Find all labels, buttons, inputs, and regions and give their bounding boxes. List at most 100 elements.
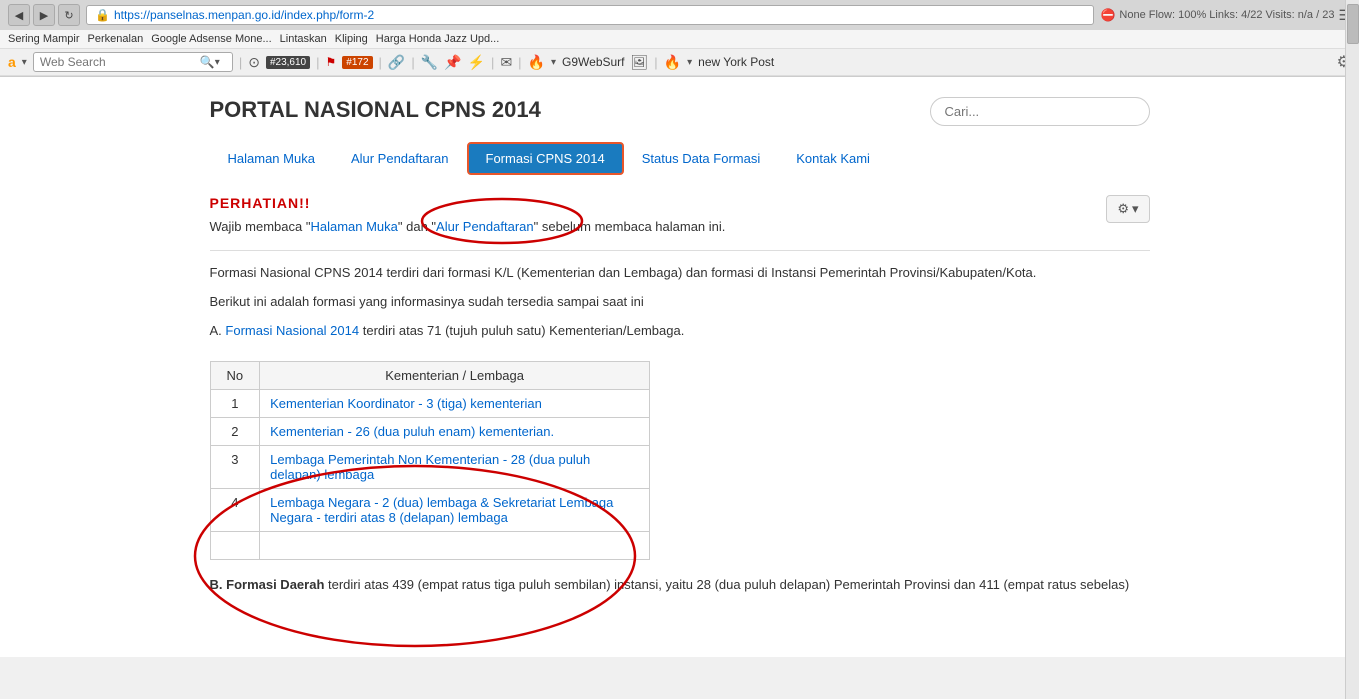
- toolbar-flash-icon[interactable]: ⚡: [468, 54, 485, 71]
- toolbar-sep5: |: [491, 55, 494, 70]
- toolbar-bookmark-icon[interactable]: 📌: [444, 54, 461, 71]
- bookmark-sering-mampir[interactable]: Sering Mampir: [8, 33, 80, 45]
- attention-text: Wajib membaca "Halaman Muka" dan "Alur P…: [210, 219, 1150, 234]
- search-dropdown-icon[interactable]: ▾: [215, 57, 220, 68]
- row5-no: [210, 532, 260, 560]
- kementerian-table: No Kementerian / Lembaga 1 Kementerian K…: [210, 361, 651, 560]
- section-b-strong: B. Formasi Daerah: [210, 577, 325, 592]
- attention-title: PERHATIAN!!: [210, 195, 1150, 211]
- nav-buttons: ◀ ▶ ↻: [8, 4, 80, 26]
- toolbar-sep1: |: [239, 55, 242, 70]
- toolbar-sep2: |: [316, 55, 319, 70]
- row4-label: Lembaga Negara - 2 (dua) lembaga & Sekre…: [260, 489, 650, 532]
- gear-button[interactable]: ⚙ ▾: [1106, 195, 1149, 223]
- page-header: PORTAL NASIONAL CPNS 2014: [210, 97, 1150, 126]
- toolbar-dropdown2[interactable]: ▾: [551, 57, 556, 68]
- tab-formasi-cpns[interactable]: Formasi CPNS 2014: [467, 142, 624, 175]
- toolbar-fire-icon[interactable]: 🔥: [528, 54, 545, 71]
- toolbar-sep7: |: [654, 55, 657, 70]
- toolbar-dropdown[interactable]: ▾: [22, 57, 27, 68]
- forward-button[interactable]: ▶: [33, 4, 55, 26]
- col-kementerian: Kementerian / Lembaga: [260, 362, 650, 390]
- row1-label: Kementerian Koordinator - 3 (tiga) kemen…: [260, 390, 650, 418]
- link-alur-pendaftaran[interactable]: Alur Pendaftaran: [436, 219, 534, 234]
- browser-chrome: ◀ ▶ ↻ 🔒 https://panselnas.menpan.go.id/i…: [0, 0, 1359, 77]
- scrollbar-thumb[interactable]: [1347, 4, 1359, 44]
- row1-no: 1: [210, 390, 260, 418]
- flow-info: None Flow: 100% Links: 4/22 Visits: n/a …: [1119, 9, 1334, 21]
- gear-icon: ⚙: [1117, 201, 1129, 217]
- security-indicator: ⛔: [1100, 8, 1115, 22]
- row3-link[interactable]: Lembaga Pemerintah Non Kementerian - 28 …: [270, 452, 590, 482]
- table-row: 3 Lembaga Pemerintah Non Kementerian - 2…: [210, 446, 650, 489]
- toolbar-sep4: |: [411, 55, 414, 70]
- address-bar[interactable]: 🔒 https://panselnas.menpan.go.id/index.p…: [86, 5, 1094, 25]
- toolbar-fire2-icon[interactable]: 🔥: [664, 54, 681, 71]
- formasi-nasional-link[interactable]: Formasi Nasional 2014: [225, 323, 359, 338]
- url-text: https://panselnas.menpan.go.id/index.php…: [114, 8, 1086, 22]
- bookmark-kliping[interactable]: Kliping: [335, 33, 368, 45]
- table-row: 1 Kementerian Koordinator - 3 (tiga) kem…: [210, 390, 650, 418]
- title-bar: ◀ ▶ ↻ 🔒 https://panselnas.menpan.go.id/i…: [0, 0, 1359, 30]
- bookmarks-bar: Sering Mampir Perkenalan Google Adsense …: [0, 30, 1359, 49]
- row2-link[interactable]: Kementerian - 26 (dua puluh enam) kement…: [270, 424, 554, 439]
- scrollbar[interactable]: [1345, 0, 1359, 699]
- back-button[interactable]: ◀: [8, 4, 30, 26]
- nav-tabs: Halaman Muka Alur Pendaftaran Formasi CP…: [210, 142, 1150, 175]
- badge-count1: #23,610: [266, 56, 310, 69]
- divider1: [210, 250, 1150, 251]
- paragraph1: Formasi Nasional CPNS 2014 terdiri dari …: [210, 263, 1150, 284]
- page-wrapper: PORTAL NASIONAL CPNS 2014 Halaman Muka A…: [0, 77, 1359, 657]
- row3-no: 3: [210, 446, 260, 489]
- ssl-icon: 🔒: [95, 8, 110, 22]
- table-row: 2 Kementerian - 26 (dua puluh enam) keme…: [210, 418, 650, 446]
- tab-halaman-muka[interactable]: Halaman Muka: [210, 143, 333, 174]
- bookmark-google-adsense[interactable]: Google Adsense Mone...: [151, 33, 271, 45]
- section-b-content: terdiri atas 439 (empat ratus tiga puluh…: [328, 577, 1129, 592]
- toolbar-mail-icon[interactable]: ✉: [500, 54, 512, 71]
- toolbar-flag-icon[interactable]: ⚑: [326, 55, 337, 69]
- row1-link[interactable]: Kementerian Koordinator - 3 (tiga) kemen…: [270, 396, 542, 411]
- toolbar-sep3: |: [379, 55, 382, 70]
- bookmark-honda[interactable]: Harga Honda Jazz Upd...: [376, 33, 500, 45]
- toolbar-dropdown3[interactable]: ▾: [687, 57, 692, 68]
- row5-label: [260, 532, 650, 560]
- row4-no: 4: [210, 489, 260, 532]
- refresh-button[interactable]: ↻: [58, 4, 80, 26]
- row2-no: 2: [210, 418, 260, 446]
- toolbar-chain-icon[interactable]: 🔗: [388, 54, 405, 71]
- g9websurf-label[interactable]: G9WebSurf: [562, 55, 624, 69]
- web-search-input[interactable]: [40, 55, 200, 69]
- table-container: No Kementerian / Lembaga 1 Kementerian K…: [210, 361, 651, 560]
- toolbar-circle-icon[interactable]: ⊙: [248, 54, 260, 71]
- tab-kontak-kami[interactable]: Kontak Kami: [778, 143, 888, 174]
- row3-label: Lembaga Pemerintah Non Kementerian - 28 …: [260, 446, 650, 489]
- bookmark-perkenalan[interactable]: Perkenalan: [88, 33, 144, 45]
- section-a-prefix: A.: [210, 323, 222, 338]
- page-search-input[interactable]: [930, 97, 1150, 126]
- badge-count2: #172: [342, 56, 372, 69]
- section-a-text: A. Formasi Nasional 2014 terdiri atas 71…: [210, 321, 1150, 342]
- tab-status-data[interactable]: Status Data Formasi: [624, 143, 779, 174]
- new-york-post-label[interactable]: new York Post: [698, 55, 774, 69]
- section-b-text: B. Formasi Daerah terdiri atas 439 (empa…: [210, 575, 1150, 596]
- amazon-icon[interactable]: a: [8, 54, 16, 70]
- toolbar-puzzle-icon[interactable]: 🔧: [421, 54, 438, 71]
- row2-label: Kementerian - 26 (dua puluh enam) kement…: [260, 418, 650, 446]
- tab-alur-pendaftaran[interactable]: Alur Pendaftaran: [333, 143, 467, 174]
- table-header-row: No Kementerian / Lembaga: [210, 362, 650, 390]
- gear-dropdown-icon: ▾: [1132, 201, 1139, 217]
- section-a-suffix: terdiri atas 71 (tujuh puluh satu) Kemen…: [363, 323, 685, 338]
- row4-link[interactable]: Lembaga Negara - 2 (dua) lembaga & Sekre…: [270, 495, 613, 525]
- table-row: 4 Lembaga Negara - 2 (dua) lembaga & Sek…: [210, 489, 650, 532]
- attention-section: PERHATIAN!! Wajib membaca "Halaman Muka"…: [210, 195, 1150, 234]
- browser-icons: ⛔ None Flow: 100% Links: 4/22 Visits: n/…: [1100, 7, 1351, 24]
- web-search-box[interactable]: 🔍 ▾: [33, 52, 233, 72]
- formasi-daerah-label: Formasi Daerah: [226, 577, 324, 592]
- search-icon[interactable]: 🔍: [200, 55, 215, 69]
- paragraph2: Berikut ini adalah formasi yang informas…: [210, 292, 1150, 313]
- toolbar-sep6: |: [518, 55, 521, 70]
- bookmark-lintaskan[interactable]: Lintaskan: [280, 33, 327, 45]
- toolbar-image-icon[interactable]: 🖼: [631, 54, 649, 71]
- link-halaman-muka[interactable]: Halaman Muka: [310, 219, 397, 234]
